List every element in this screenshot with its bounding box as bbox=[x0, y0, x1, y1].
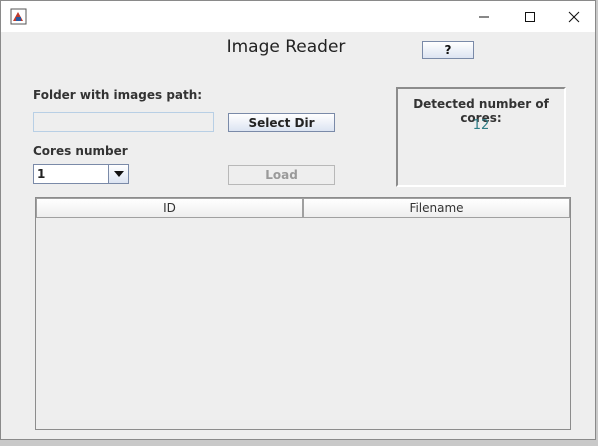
images-table[interactable]: ID Filename bbox=[35, 197, 571, 430]
minimize-button[interactable] bbox=[461, 1, 507, 32]
dropdown-arrow-button[interactable] bbox=[108, 165, 128, 183]
maximize-icon bbox=[525, 11, 535, 22]
chevron-down-icon bbox=[113, 171, 124, 177]
folder-path-label: Folder with images path: bbox=[33, 88, 203, 102]
cores-number-select[interactable]: 1 bbox=[33, 164, 129, 184]
folder-path-input[interactable] bbox=[33, 112, 214, 132]
load-button[interactable]: Load bbox=[228, 165, 335, 185]
select-dir-button[interactable]: Select Dir bbox=[228, 113, 335, 132]
title-bar bbox=[1, 1, 595, 32]
detected-cores-panel: Detected number of cores: 12 bbox=[396, 87, 566, 187]
column-header-filename[interactable]: Filename bbox=[303, 198, 570, 218]
help-button[interactable]: ? bbox=[422, 41, 474, 59]
app-window: Image Reader ? Folder with images path: … bbox=[0, 0, 596, 440]
maximize-button[interactable] bbox=[507, 1, 553, 32]
java-app-icon bbox=[10, 8, 27, 25]
minimize-icon bbox=[479, 16, 489, 17]
column-header-id[interactable]: ID bbox=[36, 198, 303, 218]
close-button[interactable] bbox=[551, 1, 597, 32]
cores-selected-value: 1 bbox=[37, 167, 46, 181]
close-icon bbox=[568, 11, 580, 22]
page-title: Image Reader bbox=[226, 37, 346, 57]
detected-cores-value: 12 bbox=[472, 118, 490, 133]
table-header: ID Filename bbox=[36, 198, 570, 218]
cores-number-label: Cores number bbox=[33, 144, 128, 158]
